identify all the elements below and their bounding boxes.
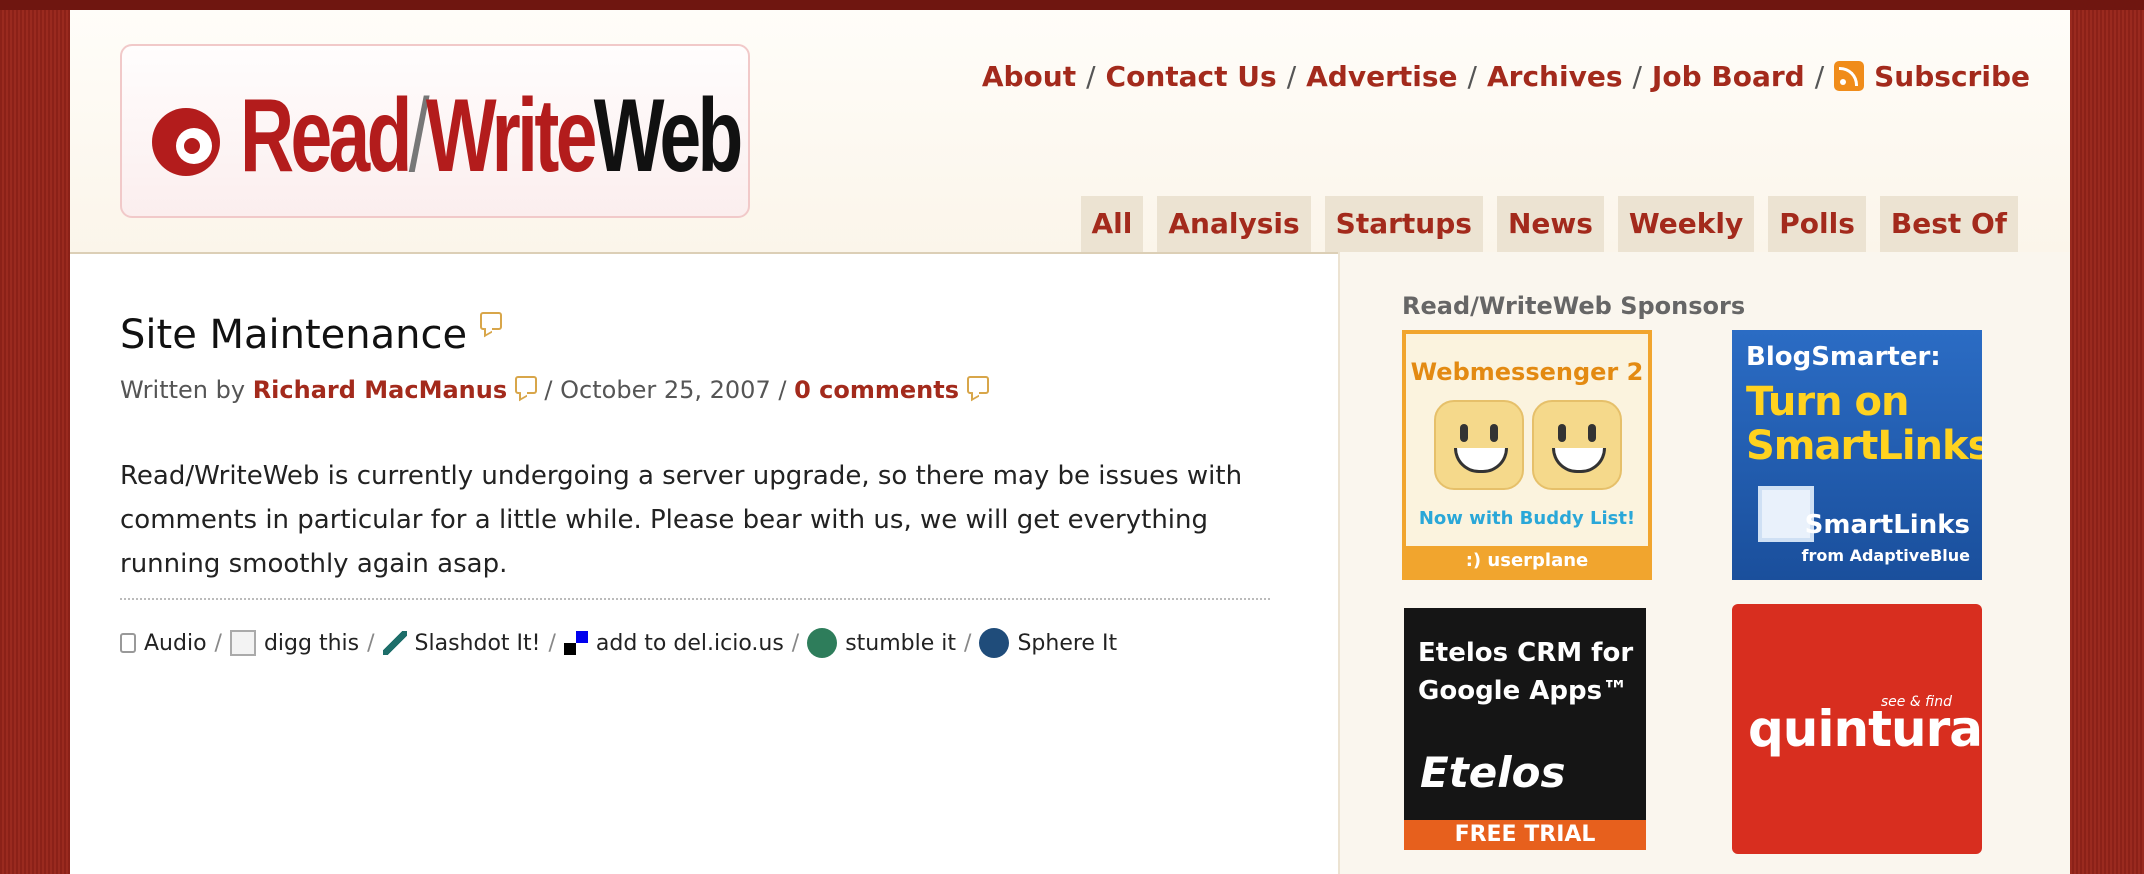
page: Read/WriteWeb About / Contact Us / Adver…: [70, 10, 2070, 874]
tab-news[interactable]: News: [1496, 196, 1604, 252]
site-header: Read/WriteWeb About / Contact Us / Adver…: [70, 10, 2070, 254]
share-sphere-link[interactable]: Sphere It: [1017, 631, 1117, 656]
ad-brand: SmartLinks: [1804, 510, 1970, 540]
site-logo[interactable]: Read/WriteWeb: [120, 44, 750, 218]
quintura-logo: quintura: [1748, 700, 1982, 758]
share-separator: /: [367, 630, 375, 656]
nav-subscribe-link[interactable]: Subscribe: [1874, 60, 2030, 93]
post-meta: Written by Richard MacManus / October 25…: [120, 376, 989, 404]
sponsor-ad-etelos[interactable]: Etelos CRM for Google Apps™ Etelos FREE …: [1404, 608, 1646, 850]
share-bar: Audio / digg this / Slashdot It! / add t…: [120, 628, 1117, 658]
share-separator: /: [791, 630, 800, 656]
ad-headline: Turn on SmartLinks: [1746, 380, 1982, 468]
share-delicious-link[interactable]: add to del.icio.us: [596, 631, 784, 656]
top-border: [0, 0, 2144, 10]
post-date: October 25, 2007: [560, 376, 771, 404]
share-stumble-link[interactable]: stumble it: [845, 631, 956, 656]
author-link[interactable]: Richard MacManus: [253, 376, 507, 404]
ad-footer: :) userplane: [1406, 546, 1648, 576]
etelos-logo: Etelos: [1420, 748, 1566, 797]
nav-separator: /: [1467, 59, 1477, 93]
tab-startups[interactable]: Startups: [1324, 196, 1483, 252]
ad-from: from AdaptiveBlue: [1801, 546, 1970, 565]
sponsor-ad-webmessenger[interactable]: Webmessenger 2 Now with Buddy List! :) u…: [1402, 330, 1652, 580]
comments-link[interactable]: 0 comments: [794, 376, 959, 404]
share-digg-link[interactable]: digg this: [264, 631, 359, 656]
delicious-icon[interactable]: [563, 631, 588, 655]
sidebar: Read/WriteWeb Sponsors Webmessenger 2 No…: [1338, 252, 2070, 874]
comment-icon[interactable]: [479, 312, 502, 330]
category-tabs: All Analysis Startups News Weekly Polls …: [1080, 196, 2018, 252]
sponsor-ad-quintura[interactable]: see & find quintura: [1732, 604, 1982, 854]
sponsors-heading: Read/WriteWeb Sponsors: [1402, 292, 1746, 320]
share-separator: /: [214, 630, 222, 656]
nav-separator: /: [1814, 59, 1825, 93]
nav-job-board-link[interactable]: Job Board: [1652, 60, 1805, 93]
nav-about-link[interactable]: About: [982, 60, 1076, 93]
comment-icon[interactable]: [514, 376, 537, 394]
smiley-icon: [1434, 400, 1524, 490]
rss-icon[interactable]: [1834, 61, 1865, 91]
tab-best-of[interactable]: Best Of: [1879, 196, 2018, 252]
smiley-icon: [1532, 400, 1622, 490]
slashdot-icon[interactable]: [382, 631, 407, 655]
meta-separator: /: [544, 376, 553, 404]
comment-icon[interactable]: [966, 376, 989, 394]
ad-line3: SmartLinks: [1746, 423, 1982, 469]
share-slashdot-link[interactable]: Slashdot It!: [415, 631, 541, 656]
sponsor-ad-smartlinks[interactable]: BlogSmarter: Turn on SmartLinks SmartLin…: [1732, 330, 1982, 580]
tab-polls[interactable]: Polls: [1768, 196, 1866, 252]
audio-icon[interactable]: [120, 633, 136, 653]
ad-subtitle: Now with Buddy List!: [1418, 508, 1636, 529]
ad-line2: Google Apps™: [1418, 676, 1629, 706]
share-separator: /: [548, 630, 556, 656]
ad-line1: Etelos CRM for: [1418, 638, 1634, 668]
post-title-text[interactable]: Site Maintenance: [120, 312, 467, 358]
tab-all[interactable]: All: [1080, 196, 1144, 252]
nav-contact-link[interactable]: Contact Us: [1106, 60, 1277, 93]
digg-icon[interactable]: [229, 630, 256, 656]
sphere-icon[interactable]: [979, 628, 1010, 658]
tab-analysis[interactable]: Analysis: [1157, 196, 1311, 252]
nav-separator: /: [1632, 59, 1642, 93]
post-title: Site Maintenance: [120, 312, 502, 358]
share-audio-link[interactable]: Audio: [144, 631, 207, 656]
nav-separator: /: [1086, 59, 1096, 93]
divider: [120, 598, 1270, 600]
nav-archives-link[interactable]: Archives: [1487, 60, 1623, 93]
tab-weekly[interactable]: Weekly: [1617, 196, 1755, 252]
top-nav: About / Contact Us / Advertise / Archive…: [982, 56, 2030, 96]
logo-wordmark: Read/WriteWeb: [240, 78, 743, 194]
meta-separator: /: [778, 376, 787, 404]
stumbleupon-icon[interactable]: [807, 628, 838, 658]
ad-headline: Etelos CRM for Google Apps™: [1418, 634, 1633, 710]
share-separator: /: [964, 630, 972, 656]
post-body: Read/WriteWeb is currently undergoing a …: [120, 461, 1243, 579]
ad-line2: Turn on: [1746, 379, 1909, 425]
written-by-label: Written by: [120, 376, 246, 404]
logo-swirl-icon: [152, 108, 220, 176]
nav-advertise-link[interactable]: Advertise: [1306, 60, 1457, 93]
ad-footer: FREE TRIAL: [1404, 820, 1646, 850]
nav-separator: /: [1286, 59, 1297, 93]
ad-title: Webmessenger 2: [1410, 358, 1644, 386]
ad-line1: BlogSmarter:: [1746, 342, 1941, 372]
